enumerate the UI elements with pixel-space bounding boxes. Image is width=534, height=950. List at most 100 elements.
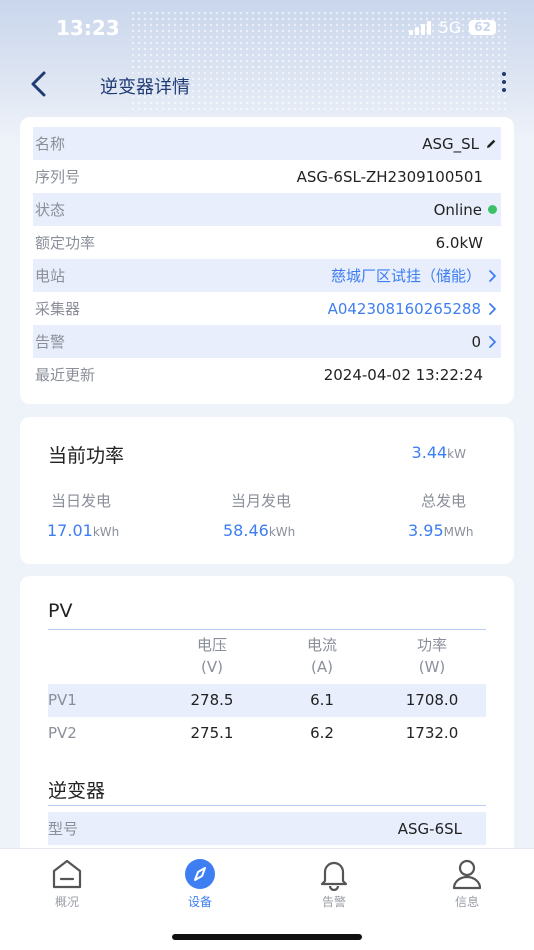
total-generation-unit: MWh bbox=[443, 525, 474, 539]
current-power-value: 3.44kW bbox=[412, 443, 466, 462]
info-label: 最近更新 bbox=[35, 366, 96, 384]
pv-name: PV1 bbox=[48, 691, 77, 709]
info-row-status: 状态 Online bbox=[33, 193, 501, 226]
total-generation-label: 总发电 bbox=[421, 492, 467, 510]
info-value: Online bbox=[434, 201, 499, 219]
info-value: ASG-6SL-ZH2309100501 bbox=[296, 167, 483, 186]
tab-label: 概况 bbox=[54, 895, 79, 909]
info-label: 名称 bbox=[35, 135, 66, 153]
model-value: ASG-6SL bbox=[397, 819, 462, 838]
pv-section-title: PV bbox=[48, 600, 73, 622]
tab-label: 设备 bbox=[187, 895, 212, 909]
device-name-value: ASG_SL bbox=[422, 134, 479, 153]
info-row-collector[interactable]: 采集器 A042308160265288 bbox=[33, 292, 501, 325]
inverter-info-card: 名称 ASG_SL 序列号 ASG-6SL-ZH2309100501 状态 On… bbox=[20, 117, 514, 404]
pv-voltage: 275.1 bbox=[190, 724, 234, 742]
daily-generation-label: 当日发电 bbox=[51, 492, 112, 510]
current-power-title: 当前功率 bbox=[48, 445, 125, 467]
info-label: 告警 bbox=[35, 333, 66, 351]
monthly-generation-label: 当月发电 bbox=[231, 492, 292, 510]
header-name: 功率 bbox=[416, 636, 447, 654]
daily-generation-number: 17.01 bbox=[47, 521, 93, 540]
pv-voltage: 278.5 bbox=[190, 691, 234, 709]
monthly-generation-value: 58.46kWh bbox=[223, 521, 295, 540]
info-label: 电站 bbox=[35, 267, 66, 285]
model-label: 型号 bbox=[48, 820, 79, 838]
tab-overview[interactable]: 概况 bbox=[27, 857, 107, 910]
current-power-unit: kW bbox=[447, 447, 466, 461]
tab-info[interactable]: 信息 bbox=[427, 857, 507, 910]
header-unit: (V) bbox=[201, 658, 223, 676]
info-value: 6.0kW bbox=[435, 233, 483, 252]
pv-header-power: 功率 (W) bbox=[387, 634, 477, 678]
alarm-count: 0 bbox=[471, 332, 481, 351]
station-link[interactable]: 慈城厂区试挂（储能） bbox=[331, 265, 481, 286]
pv-divider bbox=[48, 629, 486, 630]
page-title: 逆变器详情 bbox=[100, 77, 190, 98]
user-icon bbox=[452, 859, 482, 890]
daily-generation-value: 17.01kWh bbox=[47, 521, 119, 540]
home-indicator bbox=[172, 934, 362, 940]
header-name: 电流 bbox=[306, 636, 337, 654]
total-generation-value: 3.95MWh bbox=[408, 521, 473, 540]
pv-power: 1708.0 bbox=[405, 691, 459, 709]
battery-icon: 62 bbox=[469, 20, 496, 35]
table-row: PV2 275.1 6.2 1732.0 bbox=[48, 717, 486, 750]
edit-pencil-icon[interactable] bbox=[485, 138, 497, 150]
info-label: 状态 bbox=[35, 201, 66, 219]
total-generation-number: 3.95 bbox=[408, 521, 444, 540]
more-menu-icon[interactable] bbox=[498, 72, 510, 98]
network-type: 5G bbox=[438, 18, 462, 37]
info-value: ASG_SL bbox=[422, 135, 499, 153]
pv-name: PV2 bbox=[48, 724, 77, 742]
info-row-serial: 序列号 ASG-6SL-ZH2309100501 bbox=[33, 160, 501, 193]
pv-current: 6.2 bbox=[310, 724, 334, 742]
info-label: 序列号 bbox=[35, 168, 81, 186]
pv-card: PV 电压 (V) 电流 (A) 功率 (W) PV1 278.5 6.1 17… bbox=[20, 576, 514, 866]
info-value: 慈城厂区试挂（储能） bbox=[331, 265, 499, 286]
compass-icon bbox=[185, 859, 215, 889]
signal-icon bbox=[408, 20, 431, 35]
info-row-last-update: 最近更新 2024-04-02 13:22:24 bbox=[33, 358, 501, 391]
chevron-right-icon bbox=[489, 302, 496, 315]
current-power-number: 3.44 bbox=[411, 443, 448, 462]
tab-devices[interactable]: 设备 bbox=[160, 857, 240, 910]
info-label: 额定功率 bbox=[35, 234, 96, 252]
header-name: 电压 bbox=[196, 636, 227, 654]
tab-alarms[interactable]: 告警 bbox=[294, 857, 374, 910]
inverter-section-title: 逆变器 bbox=[48, 780, 106, 802]
info-row-rated-power: 额定功率 6.0kW bbox=[33, 226, 501, 259]
info-label: 采集器 bbox=[35, 300, 81, 318]
pv-header-current: 电流 (A) bbox=[277, 634, 367, 678]
back-arrow-icon[interactable] bbox=[26, 68, 54, 100]
status-indicators: 5G 62 bbox=[408, 18, 496, 37]
online-status-dot-icon bbox=[488, 205, 497, 214]
info-value: A042308160265288 bbox=[328, 300, 499, 318]
chevron-right-icon bbox=[489, 335, 496, 348]
inverter-divider bbox=[48, 805, 486, 806]
monthly-generation-unit: kWh bbox=[268, 525, 296, 539]
status-value: Online bbox=[433, 200, 482, 219]
header-unit: (A) bbox=[311, 658, 333, 676]
pv-power: 1732.0 bbox=[405, 724, 459, 742]
info-row-station[interactable]: 电站 慈城厂区试挂（储能） bbox=[33, 259, 501, 292]
info-row-alarm[interactable]: 告警 0 bbox=[33, 325, 501, 358]
collector-link[interactable]: A042308160265288 bbox=[328, 300, 481, 318]
header-unit: (W) bbox=[418, 658, 446, 676]
power-card: 当前功率 3.44kW 当日发电 17.01kWh 当月发电 58.46kWh … bbox=[20, 417, 514, 564]
info-row-name[interactable]: 名称 ASG_SL bbox=[33, 127, 501, 160]
pv-current: 6.1 bbox=[310, 691, 334, 709]
nav-bar: 逆变器详情 bbox=[0, 60, 534, 108]
home-icon bbox=[52, 859, 82, 889]
tab-label: 告警 bbox=[321, 895, 346, 909]
status-time: 13:23 bbox=[56, 16, 120, 40]
info-value: 0 bbox=[471, 333, 499, 351]
pv-header-voltage: 电压 (V) bbox=[167, 634, 257, 678]
daily-generation-unit: kWh bbox=[92, 525, 120, 539]
bell-icon bbox=[320, 861, 348, 891]
monthly-generation-number: 58.46 bbox=[223, 521, 269, 540]
info-value: 2024-04-02 13:22:24 bbox=[323, 365, 483, 384]
table-row: PV1 278.5 6.1 1708.0 bbox=[48, 684, 486, 717]
inverter-model-row: 型号 ASG-6SL bbox=[48, 812, 486, 845]
chevron-right-icon bbox=[489, 269, 496, 282]
